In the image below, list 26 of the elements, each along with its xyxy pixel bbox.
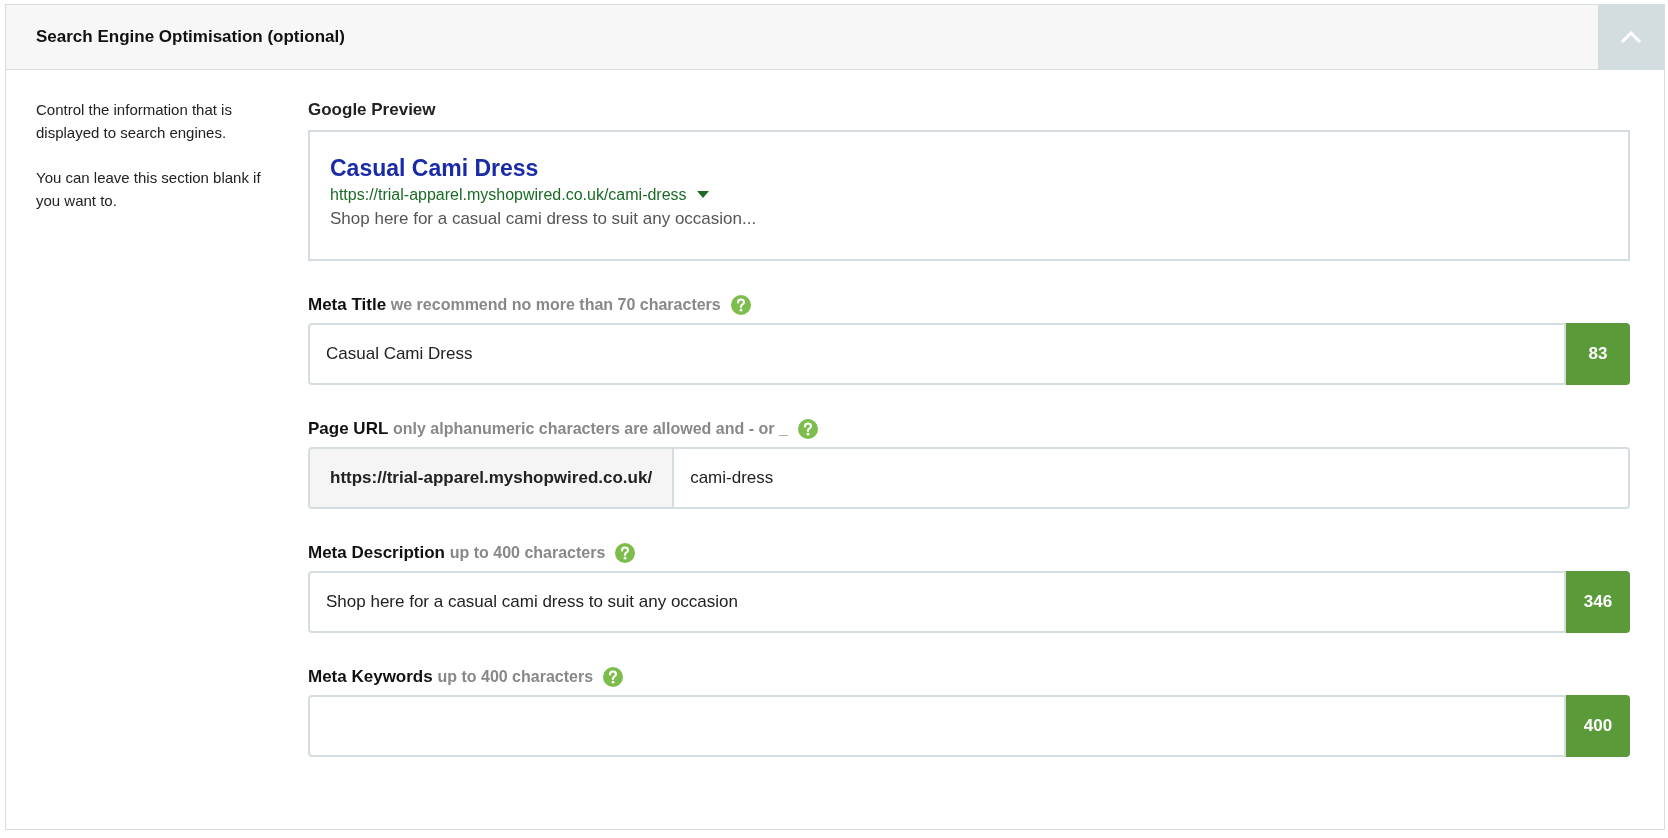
help-icon[interactable] xyxy=(615,543,636,563)
character-counter: 83 xyxy=(1566,323,1630,385)
section-title: Search Engine Optimisation (optional) xyxy=(35,27,346,47)
preview-label: Google Preview xyxy=(308,100,437,120)
help-text: Control the information that is displayed to search engines. xyxy=(36,100,233,143)
field-label: Meta Keywords up to 400 characters xyxy=(308,667,594,687)
help-icon[interactable] xyxy=(730,295,751,315)
preview-description: Shop here for a casual cami dress to suit any occasion... xyxy=(330,209,758,229)
url-prefix: https://trial-apparel.myshopwired.co.uk/ xyxy=(308,447,675,509)
chevron-icon xyxy=(1620,30,1642,44)
collapse-toggle-button[interactable] xyxy=(1598,5,1664,69)
help-icon[interactable] xyxy=(603,667,624,687)
character-counter: 400 xyxy=(1566,695,1630,757)
text-input-field[interactable]: Shop here for a casual cami dress to suit any occasion xyxy=(308,571,1566,633)
field-label: Meta Title we recommend no more than 70 characters xyxy=(308,295,721,315)
url-input-field[interactable]: cami-dress xyxy=(674,447,1630,509)
text-input-field[interactable]: Casual Cami Dress xyxy=(308,323,1566,385)
field-label: Page URL only alphanumeric characters are allowed and - or _ xyxy=(308,419,788,439)
field-label: Meta Description up to 400 characters xyxy=(308,543,606,563)
character-counter: 346 xyxy=(1566,571,1630,633)
help-text: You can leave this section blank if you want to. xyxy=(36,168,262,211)
help-icon[interactable] xyxy=(797,419,818,439)
preview-url: https://trial-apparel.myshopwired.co.uk/cami-dress xyxy=(330,186,687,204)
text-input-field[interactable] xyxy=(308,695,1566,757)
preview-title: Casual Cami Dress xyxy=(330,154,540,182)
caret-icon xyxy=(696,191,709,199)
